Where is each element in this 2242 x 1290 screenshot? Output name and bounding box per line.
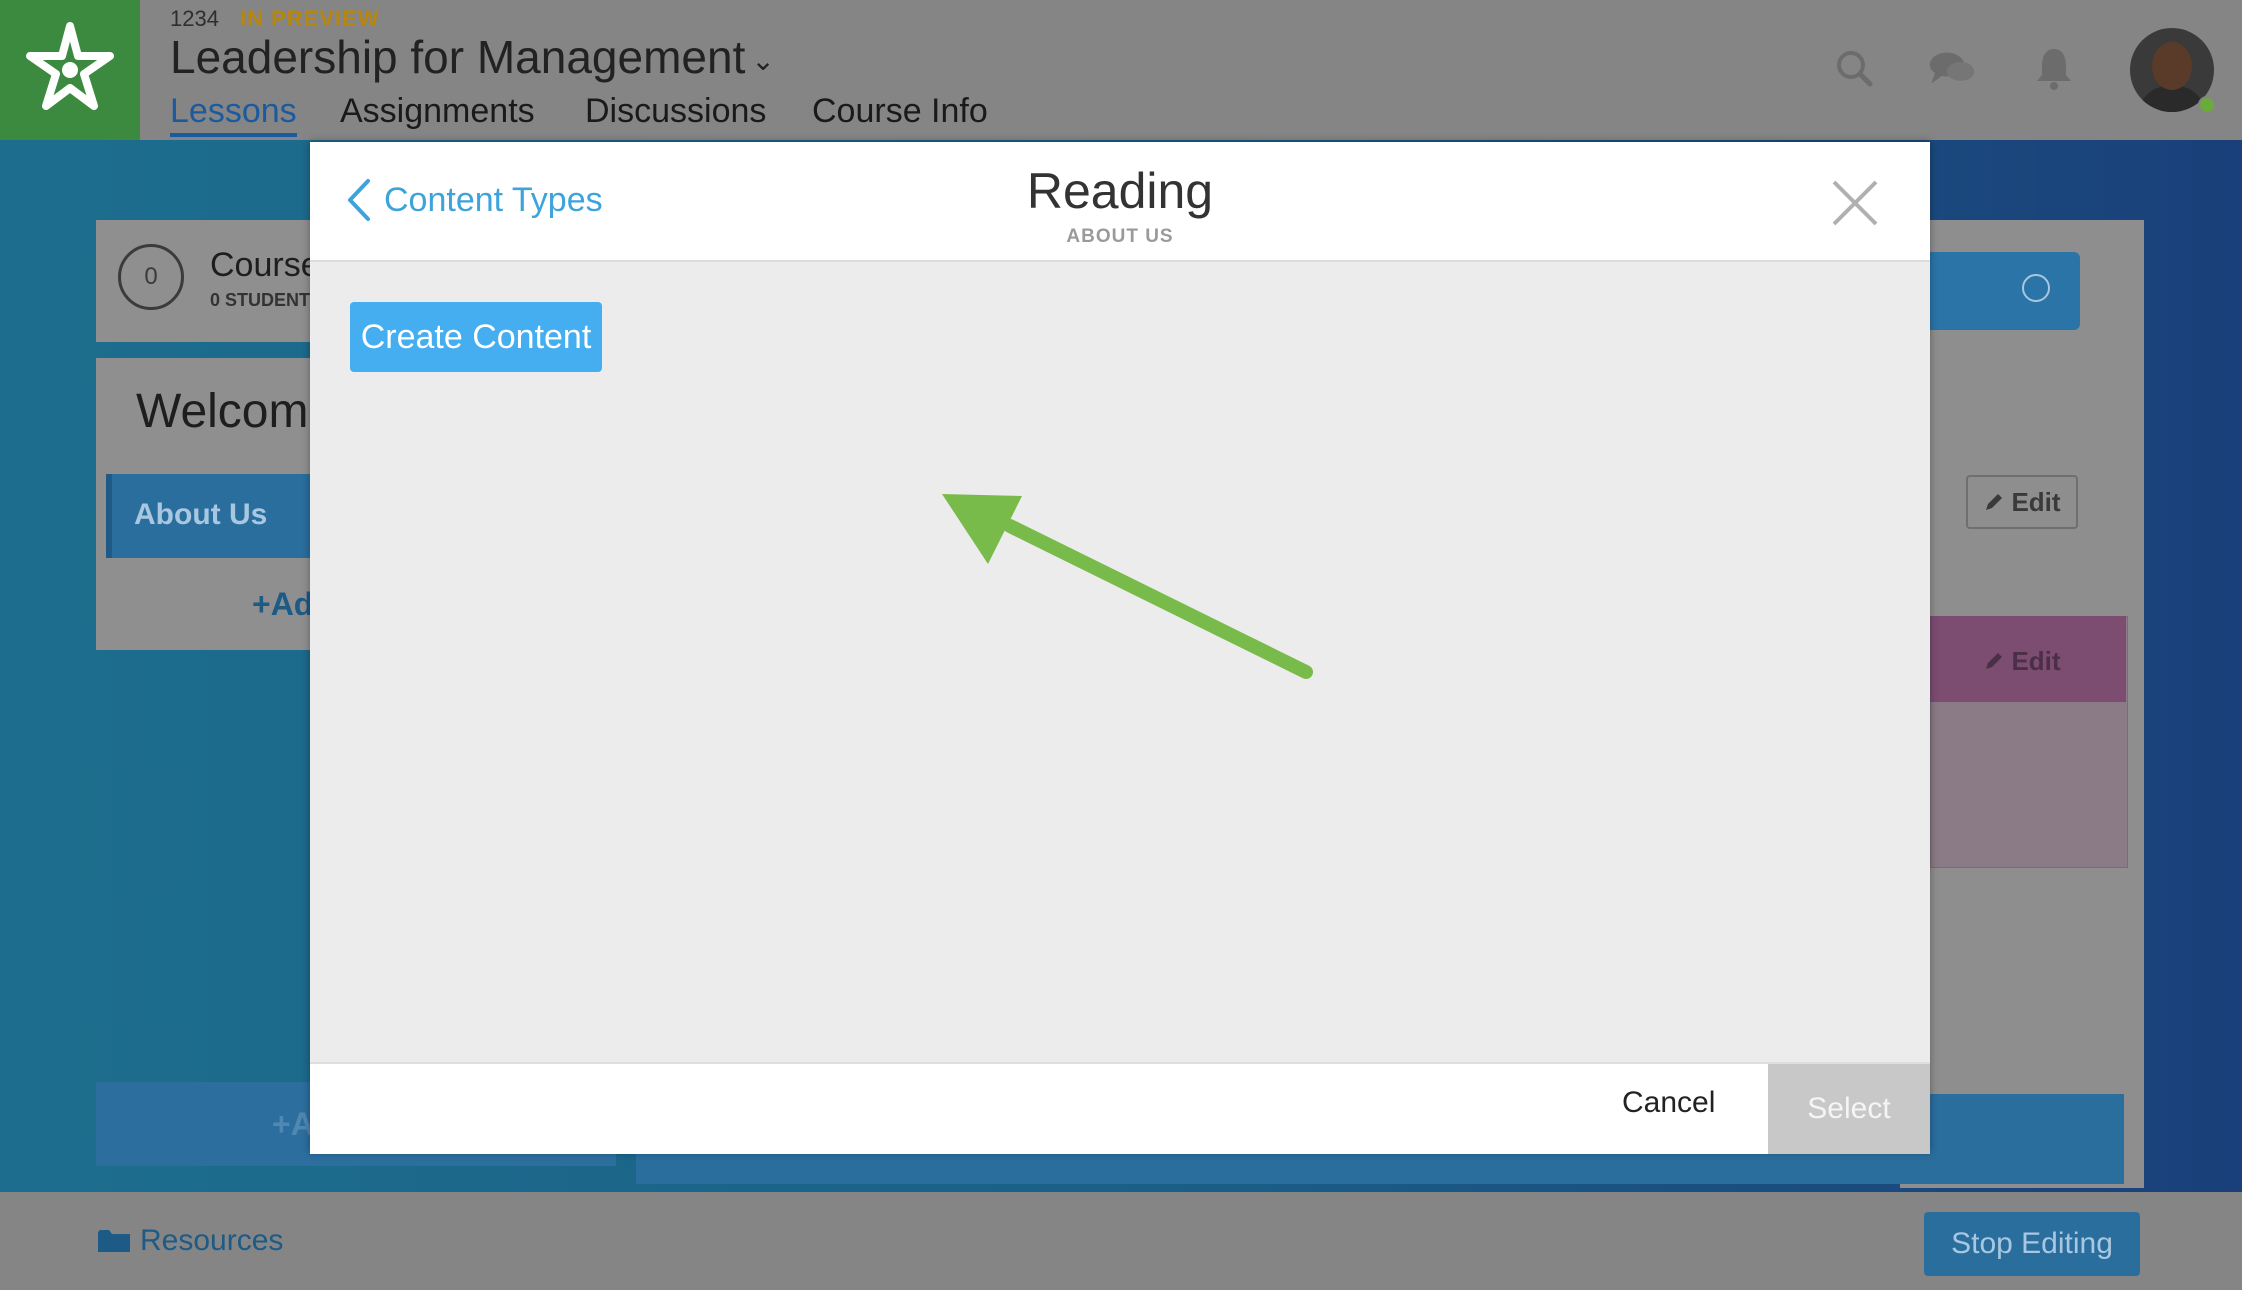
course-code: 1234 (170, 6, 219, 31)
online-status-dot (2198, 96, 2216, 114)
tab-assignments[interactable]: Assignments (340, 92, 535, 131)
select-button[interactable]: Select (1768, 1064, 1930, 1154)
pencil-icon (1986, 653, 2003, 669)
add-section-label: +A (272, 1106, 314, 1142)
top-bar: 1234 IN PREVIEW Leadership for Managemen… (0, 0, 2242, 140)
cancel-button[interactable]: Cancel (1622, 1086, 1715, 1120)
chat-icon[interactable] (1928, 44, 1976, 92)
progress-circle: 0 (118, 244, 184, 310)
content-header-bar[interactable] (1930, 252, 2080, 330)
create-content-button[interactable]: Create Content (350, 302, 602, 372)
course-label: Course (210, 246, 320, 284)
students-count: 0 STUDENT (210, 290, 311, 310)
modal-title: Reading (1026, 163, 1214, 219)
chevron-down-icon[interactable] (2022, 274, 2050, 302)
preview-badge: IN PREVIEW (240, 6, 380, 31)
edit-button[interactable]: Edit (1966, 475, 2078, 529)
pencil-icon (1986, 494, 2003, 510)
tab-lessons[interactable]: Lessons (170, 92, 297, 137)
content-type-modal: Content Types Reading ABOUT US Create Co… (310, 142, 1930, 1154)
chevron-down-icon: ⌄ (751, 45, 775, 77)
avatar-face (2152, 42, 2192, 90)
close-button[interactable] (1820, 168, 1890, 238)
modal-header: Content Types Reading ABOUT US (310, 142, 1930, 262)
course-title-dropdown[interactable]: Leadership for Management ⌄ (170, 30, 775, 84)
footer-bar (0, 1192, 2242, 1290)
folder-icon (98, 1230, 130, 1252)
edit-label: Edit (2011, 645, 2061, 676)
search-icon[interactable] (1830, 44, 1878, 92)
edit-label: Edit (2011, 486, 2061, 517)
logo-icon (26, 22, 114, 110)
resources-label: Resources (140, 1224, 284, 1257)
modal-footer: Cancel Select (310, 1062, 1930, 1154)
tab-course-info[interactable]: Course Info (812, 92, 988, 131)
sidebar-item-label: About Us (134, 498, 268, 531)
bell-icon[interactable] (2030, 44, 2078, 92)
modal-subtitle: ABOUT US (1066, 226, 1174, 247)
course-title: Leadership for Management (170, 31, 746, 83)
tab-discussions[interactable]: Discussions (585, 92, 766, 131)
app-logo[interactable] (0, 0, 140, 140)
edit-button-2[interactable]: Edit (1966, 634, 2078, 688)
resources-link[interactable]: Resources (98, 1224, 283, 1258)
annotation-arrow-icon (942, 494, 1313, 679)
stop-editing-button[interactable]: Stop Editing (1924, 1212, 2140, 1276)
close-icon (1832, 180, 1878, 226)
add-lesson-link[interactable]: +Ad (252, 586, 313, 623)
